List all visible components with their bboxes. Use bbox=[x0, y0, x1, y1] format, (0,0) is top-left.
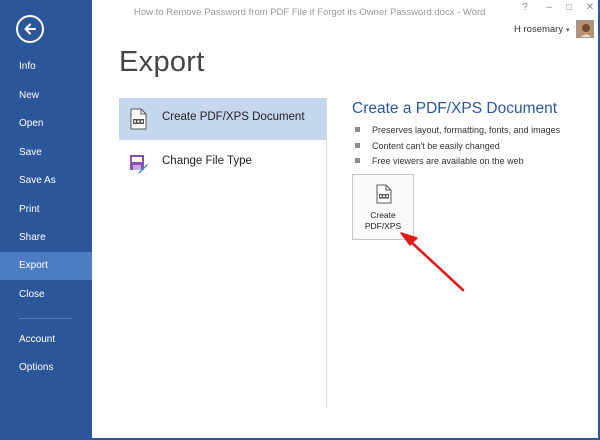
red-arrow-annotation bbox=[400, 232, 465, 292]
